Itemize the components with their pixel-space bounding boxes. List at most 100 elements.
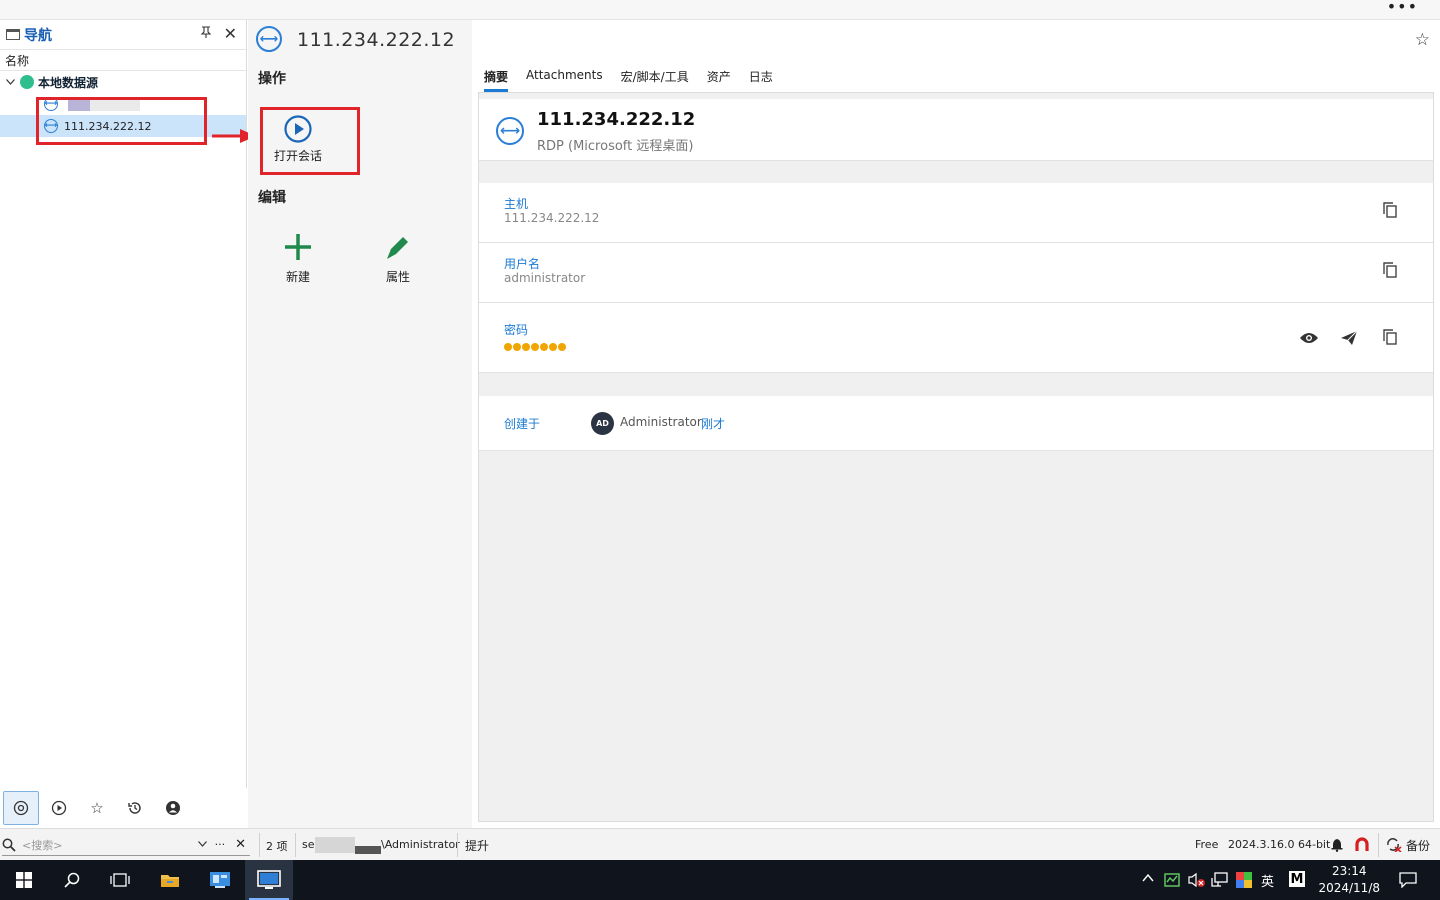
user-prefix: se [302,838,315,851]
task-view-icon[interactable] [96,860,144,900]
notification-center-icon[interactable] [1399,872,1417,888]
windows-start-icon[interactable] [0,860,48,900]
properties-button[interactable]: 属性 [382,232,414,285]
tab-logs[interactable]: 日志 [749,64,773,92]
password-masked-value [504,343,567,351]
user-account: \Administrator [381,838,460,851]
username-label: 用户名 [504,257,541,271]
rdp-logo-icon: ⟷ [256,26,282,52]
main-header: ⟷ 111.234.222.12 ☆ [248,20,1440,60]
divider [295,833,296,857]
tab-macros-scripts-tools[interactable]: 宏/脚本/工具 [621,64,689,92]
password-dot [558,343,566,351]
avatar: AD [591,412,614,435]
host-field-row: 主机 111.234.222.12 [479,183,1433,243]
more-options-icon[interactable]: ••• [1387,0,1418,15]
password-dot [549,343,557,351]
tree-root-local-datasource[interactable]: 本地数据源 [0,71,246,93]
chevron-down-icon[interactable] [197,839,207,850]
copy-host-icon[interactable] [1383,202,1397,218]
chevron-down-icon[interactable] [6,77,20,88]
search-icon[interactable] [48,860,96,900]
search-icon [2,838,16,852]
section-operate-title: 操作 [258,71,286,87]
more-icon[interactable]: ··· [215,838,226,851]
section-edit-title: 编辑 [258,190,286,206]
password-dot [540,343,548,351]
datasource-view-button[interactable] [3,791,39,825]
divider [457,833,458,857]
backup-label[interactable]: 备份 [1406,837,1430,854]
copy-username-icon[interactable] [1383,262,1397,278]
server-manager-icon[interactable] [196,860,244,900]
tab-summary[interactable]: 摘要 [484,64,509,92]
file-explorer-icon[interactable] [146,860,194,900]
taskbar-clock[interactable]: 23:14 2024/11/8 [1318,863,1380,897]
color-app-icon[interactable] [1236,872,1252,888]
tray-app-icon[interactable] [1164,873,1180,887]
detail-tabs: 摘要 Attachments 宏/脚本/工具 资产 日志 [478,64,791,92]
license-label: Free [1195,838,1219,851]
nav-title: 导航 [24,27,52,44]
send-password-icon[interactable] [1340,330,1358,346]
clock-date: 2024/11/8 [1318,881,1380,895]
column-name-label: 名称 [5,53,30,68]
highlight-box-selected-entry [36,97,207,145]
new-entry-button[interactable]: 新建 [282,232,314,285]
password-dot [531,343,539,351]
entry-type: RDP (Microsoft 远程桌面) [537,139,694,154]
column-header-name[interactable]: 名称 [0,49,246,71]
redacted-block [315,837,355,853]
new-label: 新建 [285,270,310,284]
history-icon[interactable] [117,791,153,825]
status-bar: <搜索> ··· ✕ 2 项 se \Administrator 提升 Free… [0,828,1440,860]
bell-icon[interactable] [1331,838,1343,852]
clear-search-icon[interactable]: ✕ [235,837,246,852]
password-dot [522,343,530,351]
windows-taskbar: 英 M 23:14 2024/11/8 [0,860,1440,900]
elevate-button[interactable]: 提升 [465,837,489,854]
entry-name: 111.234.222.12 [537,109,696,130]
play-icon[interactable] [41,791,77,825]
created-time[interactable]: 刚才 [701,415,725,432]
backup-sync-icon[interactable] [1385,837,1402,852]
item-count: 2 项 [266,840,288,853]
host-label: 主机 [504,197,529,211]
title-strip: ••• [0,0,1440,20]
pin-icon[interactable] [200,26,212,42]
volume-muted-icon[interactable] [1188,872,1206,888]
password-label: 密码 [504,323,529,337]
host-value: 111.234.222.12 [504,211,600,225]
username-value: administrator [504,271,586,285]
username-field-row: 用户名 administrator [479,243,1433,303]
star-icon[interactable]: ☆ [79,791,115,825]
properties-label: 属性 [385,270,410,284]
datasource-icon [20,75,34,89]
tab-assets[interactable]: 资产 [707,64,731,92]
user-icon[interactable] [155,791,191,825]
divider [1378,833,1379,857]
summary-content: ⟷ 111.234.222.12 RDP (Microsoft 远程桌面) 主机… [478,92,1434,822]
password-field-row: 密码 [479,303,1433,373]
created-by: Administrator [620,415,702,429]
entry-header-card: ⟷ 111.234.222.12 RDP (Microsoft 远程桌面) [479,99,1433,161]
show-hidden-icons-chevron-icon[interactable] [1142,871,1154,885]
divider [259,833,260,857]
copy-password-icon[interactable] [1383,329,1397,345]
ime-mode-icon[interactable]: M [1289,871,1305,887]
close-panel-icon[interactable]: ✕ [224,24,237,43]
password-dot [504,343,512,351]
favorite-star-icon[interactable]: ☆ [1415,30,1430,50]
search-input[interactable]: <搜索> [22,837,198,853]
tab-attachments[interactable]: Attachments [526,64,603,92]
network-icon[interactable] [1211,872,1229,888]
search-box[interactable]: <搜索> ··· ✕ [2,834,250,856]
show-password-eye-icon[interactable] [1299,331,1319,345]
redacted-block [355,846,381,854]
magnet-icon[interactable] [1355,837,1369,853]
panel-window-icon [6,29,20,40]
created-label: 创建于 [504,417,541,431]
actions-panel: 操作 打开会话 编辑 新建 属性 [248,20,472,828]
rdm-app-icon[interactable] [245,860,293,900]
ime-language-indicator[interactable]: 英 [1261,871,1274,890]
